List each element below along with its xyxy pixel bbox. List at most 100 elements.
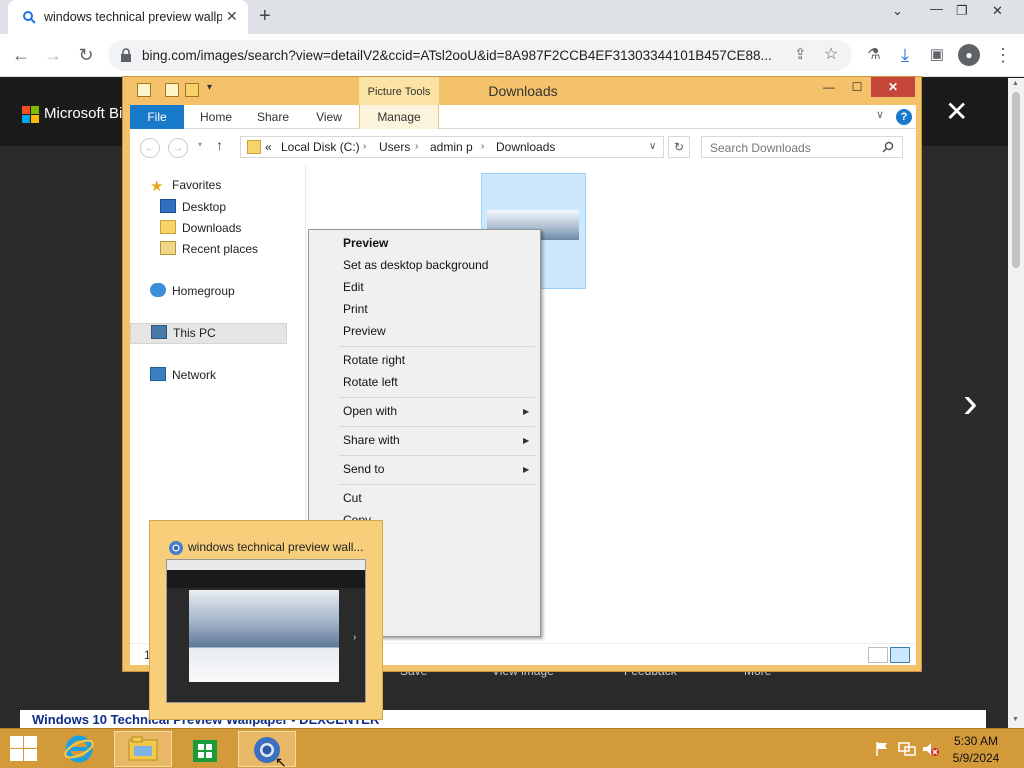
breadcrumb-separator-icon[interactable]: ›: [363, 141, 366, 152]
menu-item-set-desktop-background[interactable]: Set as desktop background: [343, 258, 488, 272]
tab-file[interactable]: File: [130, 105, 184, 129]
refresh-icon[interactable]: ↻: [668, 136, 690, 158]
menu-item-edit[interactable]: Edit: [343, 280, 364, 294]
nav-homegroup[interactable]: Homegroup: [150, 283, 235, 303]
menu-item-preview-default[interactable]: Preview: [343, 236, 388, 250]
customize-qat-icon[interactable]: ▾: [207, 82, 212, 93]
browser-tab[interactable]: windows technical preview wallp ✕: [8, 0, 248, 34]
back-arrow-icon[interactable]: ←: [140, 138, 160, 158]
recent-places-icon: [160, 241, 176, 255]
quick-access-toolbar: ▾: [131, 82, 231, 100]
nav-downloads[interactable]: Downloads: [160, 220, 241, 240]
lock-icon: [121, 48, 131, 62]
submenu-arrow-icon: ▶: [523, 407, 530, 416]
tab-view[interactable]: View: [308, 105, 350, 129]
folder-icon: [247, 140, 261, 154]
properties-icon[interactable]: [165, 83, 179, 97]
menu-kebab-icon[interactable]: ⋮: [992, 44, 1014, 66]
breadcrumb-admin[interactable]: admin p: [430, 140, 473, 154]
breadcrumb-overflow[interactable]: «: [265, 140, 272, 154]
network-icon: [150, 367, 166, 381]
nav-recent-places[interactable]: Recent places: [160, 241, 258, 261]
nav-label: Favorites: [172, 178, 222, 192]
minimize-button[interactable]: —: [930, 1, 943, 16]
tab-title: windows technical preview wallp: [44, 10, 222, 24]
breadcrumb[interactable]: « Local Disk (C:) › Users › admin p › Do…: [240, 136, 664, 158]
help-icon[interactable]: ?: [896, 109, 912, 125]
close-viewer-icon[interactable]: ✕: [945, 98, 968, 126]
close-window-button[interactable]: ✕: [992, 3, 1003, 19]
minimize-button[interactable]: —: [817, 77, 841, 97]
search-icon: [882, 141, 894, 153]
download-icon[interactable]: ⤓: [894, 44, 916, 66]
tab-manage[interactable]: Manage: [359, 105, 439, 129]
menu-item-preview[interactable]: Preview: [343, 324, 386, 338]
search-downloads-input[interactable]: Search Downloads: [701, 136, 903, 158]
breadcrumb-separator-icon[interactable]: ›: [481, 141, 484, 152]
menu-item-cut[interactable]: Cut: [343, 491, 362, 505]
menu-item-rotate-right[interactable]: Rotate right: [343, 353, 405, 367]
recent-locations-icon[interactable]: ▾: [198, 140, 202, 149]
ribbon-tabs: File Home Share View Manage ∨ ?: [130, 105, 916, 129]
breadcrumb-downloads[interactable]: Downloads: [496, 140, 555, 154]
nav-desktop[interactable]: Desktop: [160, 199, 226, 219]
large-icons-view-icon[interactable]: [890, 647, 910, 663]
new-tab-button[interactable]: +: [259, 5, 271, 28]
bookmark-star-icon[interactable]: ☆: [824, 44, 838, 64]
side-panel-icon[interactable]: ▣: [926, 44, 948, 66]
forward-arrow-icon[interactable]: →: [168, 138, 188, 158]
breadcrumb-users[interactable]: Users: [379, 140, 410, 154]
internet-explorer-taskbar-button[interactable]: [50, 731, 108, 767]
address-toolbar: ← → ▾ ↑ « Local Disk (C:) › Users › admi…: [130, 129, 916, 165]
extension-icon[interactable]: ⚗: [863, 44, 885, 66]
network-tray-icon[interactable]: [898, 741, 916, 757]
taskbar-thumbnail-preview[interactable]: windows technical preview wall... ›: [149, 520, 383, 720]
restore-button[interactable]: ❐: [956, 3, 968, 19]
next-image-icon[interactable]: ›: [963, 378, 978, 428]
action-center-flag-icon[interactable]: [874, 741, 890, 757]
reload-button[interactable]: ↻: [75, 44, 97, 66]
menu-item-rotate-left[interactable]: Rotate left: [343, 375, 398, 389]
expand-ribbon-icon[interactable]: ∨: [876, 108, 884, 121]
start-button[interactable]: [8, 735, 38, 763]
search-placeholder: Search Downloads: [710, 141, 811, 155]
volume-muted-icon[interactable]: [922, 741, 939, 757]
nav-favorites[interactable]: ★ Favorites: [150, 178, 221, 198]
close-button[interactable]: ✕: [871, 77, 915, 97]
back-button[interactable]: ←: [10, 44, 32, 66]
menu-item-open-with[interactable]: Open with: [343, 404, 397, 418]
file-explorer-taskbar-button[interactable]: [114, 731, 172, 767]
tab-search-icon[interactable]: ⌄: [892, 3, 903, 19]
up-arrow-icon[interactable]: ↑: [216, 137, 223, 153]
scrollbar-thumb[interactable]: [1012, 92, 1020, 268]
bing-brand[interactable]: Microsoft Bi: [44, 105, 122, 122]
breadcrumb-separator-icon[interactable]: ›: [415, 141, 418, 152]
details-view-icon[interactable]: [868, 647, 888, 663]
windows-taskbar: ↖ 5:30 AM 5/9/2024: [0, 728, 1024, 768]
menu-item-send-to[interactable]: Send to: [343, 462, 384, 476]
clock-date[interactable]: 5/9/2024: [948, 751, 1004, 765]
forward-button[interactable]: →: [42, 44, 64, 66]
tab-home[interactable]: Home: [194, 105, 238, 129]
share-icon[interactable]: ⇪: [794, 45, 807, 63]
picture-tools-label: Picture Tools: [359, 77, 439, 105]
breadcrumb-local-disk[interactable]: Local Disk (C:): [281, 140, 360, 154]
address-bar[interactable]: bing.com/images/search?view=detailV2&cci…: [108, 40, 852, 71]
menu-item-share-with[interactable]: Share with: [343, 433, 400, 447]
downloads-folder-icon: [160, 220, 176, 234]
profile-avatar[interactable]: ●: [958, 44, 980, 66]
maximize-button[interactable]: ☐: [845, 77, 869, 97]
tab-share[interactable]: Share: [250, 105, 296, 129]
close-tab-icon[interactable]: ✕: [226, 8, 238, 25]
menu-separator: [339, 346, 535, 347]
nav-this-pc[interactable]: This PC: [130, 323, 287, 344]
nav-network[interactable]: Network: [150, 367, 216, 387]
chrome-taskbar-button[interactable]: ↖: [238, 731, 296, 768]
menu-item-print[interactable]: Print: [343, 302, 368, 316]
store-taskbar-button[interactable]: [176, 731, 234, 767]
explorer-titlebar[interactable]: ▾ Picture Tools Downloads — ☐ ✕: [123, 77, 921, 105]
new-folder-icon[interactable]: [185, 83, 199, 97]
page-scrollbar[interactable]: ▲ ▼: [1008, 78, 1024, 728]
address-dropdown-icon[interactable]: ∨: [649, 141, 656, 152]
clock-time[interactable]: 5:30 AM: [948, 734, 1004, 748]
